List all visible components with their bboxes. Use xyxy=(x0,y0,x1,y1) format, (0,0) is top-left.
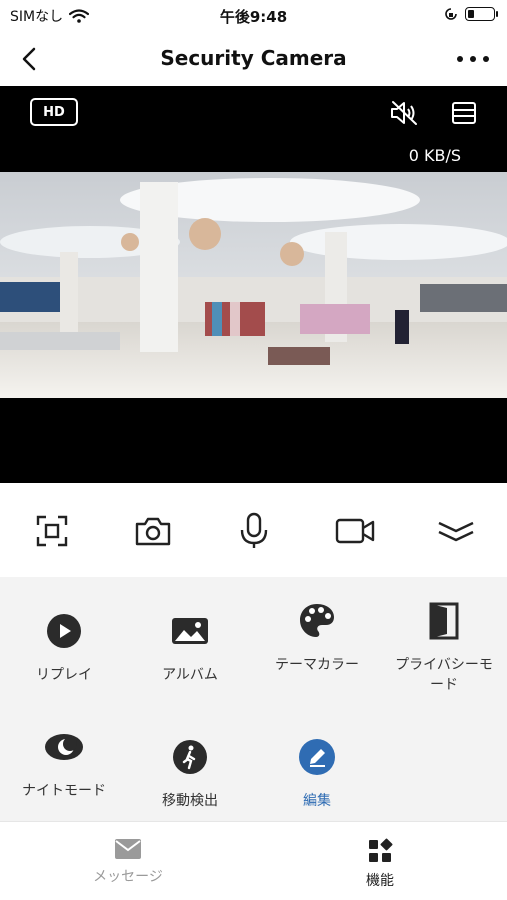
collapse-button[interactable] xyxy=(434,509,478,553)
night-mode-button[interactable]: ナイトモード xyxy=(1,727,127,801)
tab-messages[interactable]: メッセージ xyxy=(58,838,198,886)
tab-features[interactable]: 機能 xyxy=(310,838,450,890)
data-rate: 0 KB/S xyxy=(408,146,461,165)
palette-icon xyxy=(297,601,337,641)
mail-icon xyxy=(115,839,141,859)
theme-color-button[interactable]: テーマカラー xyxy=(254,601,380,675)
theme-color-label: テーマカラー xyxy=(275,657,359,673)
video-player[interactable]: HD 0 KB/S xyxy=(0,86,507,483)
camera-icon xyxy=(135,517,171,546)
record-button[interactable] xyxy=(333,509,377,553)
tab-messages-label: メッセージ xyxy=(93,869,163,885)
mute-button[interactable] xyxy=(386,98,422,128)
edit-label: 編集 xyxy=(303,793,331,809)
fullscreen-icon xyxy=(36,515,68,547)
collapse-chevron-icon xyxy=(438,521,474,542)
camera-feed-image xyxy=(0,172,507,398)
window-layout-icon xyxy=(452,102,476,124)
moon-icon xyxy=(44,727,84,767)
privacy-shield-icon xyxy=(424,601,464,641)
replay-label: リプレイ xyxy=(36,667,92,683)
battery-icon xyxy=(465,7,498,21)
talk-button[interactable] xyxy=(232,509,276,553)
privacy-mode-label: プライバシーモード xyxy=(395,657,493,693)
bottom-tab-bar: メッセージ 機能 xyxy=(0,821,507,900)
fullscreen-button[interactable] xyxy=(30,509,74,553)
walking-person-icon xyxy=(170,737,210,777)
status-bar: SIMなし 午後9:48 xyxy=(0,0,507,32)
motion-detection-label: 移動検出 xyxy=(162,793,218,809)
edit-button[interactable]: 編集 xyxy=(254,737,380,811)
more-dots-icon xyxy=(457,56,489,62)
status-right xyxy=(443,6,498,22)
mall-interior-image xyxy=(0,172,507,398)
image-icon xyxy=(170,611,210,651)
grid-icon xyxy=(369,838,393,862)
edit-pencil-icon xyxy=(297,737,337,777)
tab-features-label: 機能 xyxy=(366,873,394,889)
microphone-icon xyxy=(240,512,268,548)
clock: 午後9:48 xyxy=(219,8,288,26)
privacy-mode-button[interactable]: プライバシーモード xyxy=(381,601,507,695)
back-button[interactable] xyxy=(12,42,46,76)
video-record-icon xyxy=(335,518,375,544)
replay-button[interactable]: リプレイ xyxy=(1,611,127,685)
more-options-button[interactable] xyxy=(453,42,493,76)
function-panel: リプレイ アルバム テーマカラー プライバシーモード ナイトモード 移動検出 編… xyxy=(0,577,507,821)
album-button[interactable]: アルバム xyxy=(127,611,253,685)
orientation-lock-icon xyxy=(445,8,457,20)
page-title: Security Camera xyxy=(160,46,347,70)
chevron-left-icon xyxy=(22,47,36,71)
quality-toggle-button[interactable]: HD xyxy=(30,98,78,126)
snapshot-button[interactable] xyxy=(131,509,175,553)
battery-level xyxy=(468,10,474,18)
navigation-bar: Security Camera xyxy=(0,32,507,86)
album-label: アルバム xyxy=(162,667,218,683)
motion-detection-button[interactable]: 移動検出 xyxy=(127,737,253,811)
layout-toggle-button[interactable] xyxy=(446,98,482,128)
play-circle-icon xyxy=(44,611,84,651)
camera-control-row xyxy=(0,483,507,577)
night-mode-label: ナイトモード xyxy=(22,783,106,799)
speaker-muted-icon xyxy=(391,101,417,125)
